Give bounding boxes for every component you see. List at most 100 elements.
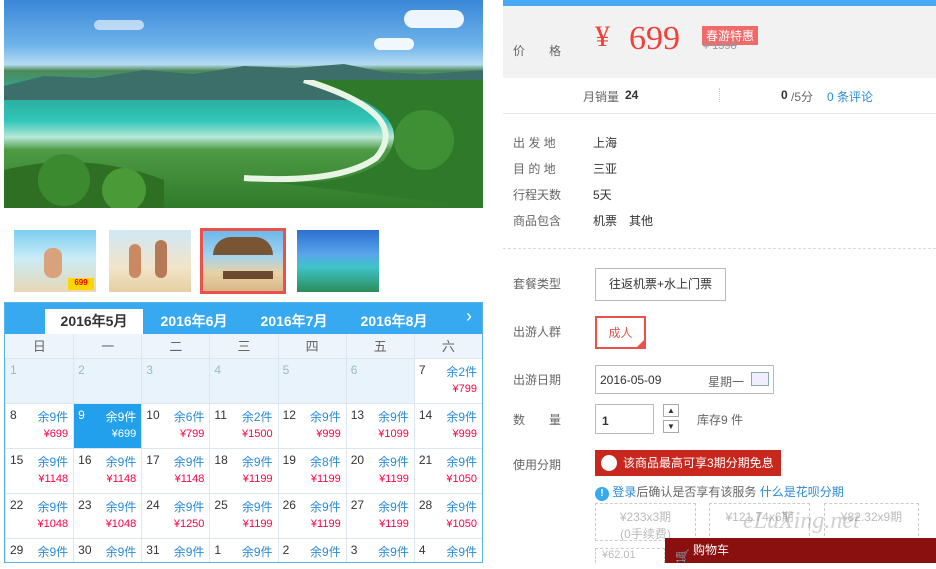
day-number: 8 bbox=[10, 407, 17, 422]
people-option-label: 成人 bbox=[608, 326, 633, 340]
weekday-cell: 六 bbox=[414, 334, 482, 358]
day-price: ¥1199 bbox=[379, 472, 409, 485]
calendar-day-cell: 5 bbox=[277, 357, 347, 404]
weekday-cell: 二 bbox=[141, 334, 211, 358]
info-row-destination: 目 的 地 三亚 bbox=[513, 160, 617, 177]
day-number: 7 bbox=[418, 362, 426, 377]
calendar-day-cell[interactable]: 22 余9件 ¥1048 bbox=[5, 492, 75, 539]
info-key: 出 发 地 bbox=[513, 136, 556, 150]
info-row-departure: 出 发 地 上海 bbox=[513, 134, 617, 151]
day-number: 3 bbox=[146, 362, 153, 377]
selected-corner-icon bbox=[636, 339, 645, 348]
huabei-logo-icon bbox=[601, 455, 617, 471]
calendar-day-cell[interactable]: 28 余9件 ¥1050 bbox=[413, 492, 482, 539]
calendar-day-cell[interactable]: 24 余9件 ¥1250 bbox=[141, 492, 211, 539]
calendar-day-cell[interactable]: 13 余9件 ¥1099 bbox=[345, 402, 415, 449]
calendar-day-cell[interactable]: 15 余9件 ¥1148 bbox=[5, 447, 75, 494]
price-value: 699 bbox=[629, 20, 680, 57]
date-picker[interactable]: 2016-05-09 星期一 bbox=[595, 365, 774, 394]
calendar-day-cell[interactable]: 23 余9件 ¥1048 bbox=[73, 492, 143, 539]
calendar-day-cell[interactable]: 17 余9件 ¥1148 bbox=[141, 447, 211, 494]
calendar-day-cell[interactable]: 11 余2件 ¥1500 bbox=[209, 402, 279, 449]
calendar-icon[interactable] bbox=[751, 372, 769, 386]
calendar-day-cell[interactable]: 21 余9件 ¥1050 bbox=[413, 447, 482, 494]
calendar-day-cell[interactable]: 29 余9件 bbox=[5, 537, 75, 562]
quantity-label: 数 量 bbox=[513, 413, 562, 427]
calendar-day-cell[interactable]: 3 余9件 bbox=[345, 537, 415, 562]
day-stock: 余9件 bbox=[446, 409, 477, 424]
quantity-down-icon[interactable]: ▼ bbox=[663, 420, 679, 433]
installment-plan-3[interactable]: ¥233x3期 (0手续费) bbox=[595, 503, 696, 541]
calendar-day-cell[interactable]: 16 余9件 ¥1148 bbox=[73, 447, 143, 494]
thumb-beach-promo[interactable]: 699 bbox=[14, 230, 96, 292]
tab-month-june[interactable]: 2016年6月 bbox=[145, 309, 243, 334]
login-note: 后确认是否享有该服务 bbox=[636, 485, 757, 499]
calendar-day-cell[interactable]: 31 余9件 bbox=[141, 537, 211, 562]
calendar-day-cell[interactable]: 1 余9件 bbox=[209, 537, 279, 562]
calendar-day-cell[interactable]: 27 余9件 ¥1199 bbox=[345, 492, 415, 539]
day-stock: 余9件 bbox=[241, 454, 273, 469]
calendar-day-cell[interactable]: 20 余9件 ¥1199 bbox=[345, 447, 415, 494]
umbrella-shape bbox=[213, 237, 273, 255]
calendar-day-cell[interactable]: 25 余9件 ¥1199 bbox=[209, 492, 279, 539]
people-option-button[interactable]: 成人 bbox=[595, 316, 646, 349]
day-number: 15 bbox=[10, 452, 24, 467]
sales-value: 24 bbox=[625, 88, 639, 102]
calendar-day-cell[interactable]: 8 余9件 ¥699 bbox=[5, 402, 75, 449]
huabei-help-link[interactable]: 什么是花呗分期 bbox=[760, 485, 844, 499]
info-key: 行程天数 bbox=[513, 188, 562, 202]
calendar-day-cell[interactable]: 4 余9件 bbox=[413, 537, 482, 562]
thumb-coast[interactable] bbox=[297, 230, 379, 292]
day-price: ¥1048 bbox=[37, 517, 69, 530]
day-number: 10 bbox=[146, 407, 160, 422]
sales-label: 月销量 bbox=[583, 90, 620, 104]
day-stock: 余9件 bbox=[37, 409, 69, 424]
original-price: ¥ 1398 bbox=[703, 40, 737, 52]
score-value: 0 bbox=[781, 88, 788, 102]
day-stock: 余9件 bbox=[446, 454, 477, 469]
tab-month-august[interactable]: 2016年8月 bbox=[345, 309, 443, 334]
cart-icon: 🛒 bbox=[675, 549, 690, 563]
calendar-day-cell: 2 bbox=[73, 357, 143, 404]
calendar-day-cell[interactable]: 18 余9件 ¥1199 bbox=[209, 447, 279, 494]
calendar-day-cell[interactable]: 26 余9件 ¥1199 bbox=[277, 492, 347, 539]
installment-plan-12[interactable]: ¥62.01 bbox=[595, 548, 665, 563]
calendar-day-cell[interactable]: 30 余9件 bbox=[73, 537, 143, 562]
installment-banner-text: 该商品最高可享3期分期免息 bbox=[623, 456, 774, 470]
package-option-button[interactable]: 往返机票+水上门票 bbox=[595, 268, 726, 301]
day-stock: 余9件 bbox=[105, 409, 137, 424]
login-link[interactable]: 登录 bbox=[612, 485, 636, 499]
cloud-shape bbox=[404, 10, 464, 28]
quantity-input[interactable]: 1 bbox=[595, 404, 654, 434]
day-price: ¥1099 bbox=[378, 427, 409, 440]
thumb-beach-umbrella[interactable] bbox=[200, 228, 286, 294]
reviews-link[interactable]: 0 条评论 bbox=[827, 88, 873, 105]
calendar-week-row: 15 余9件 ¥1148 16 余9件 ¥1148 17 余9件 ¥1148 18 余9件 ¥1199… bbox=[5, 447, 482, 494]
tab-month-may[interactable]: 2016年5月 bbox=[45, 309, 143, 334]
calendar-day-cell[interactable]: 2 余9件 bbox=[277, 537, 347, 562]
calendar-day-cell[interactable]: 7 余2件 ¥799 bbox=[413, 357, 482, 404]
lounger-shape bbox=[223, 271, 273, 279]
calendar-day-cell[interactable]: 19 余8件 ¥1199 bbox=[277, 447, 347, 494]
day-stock: 余9件 bbox=[378, 544, 409, 559]
left-column: 699 2016年5月 2016年6月 2016年7月 2016年8月 › 日一… bbox=[4, 0, 483, 563]
person-figure bbox=[155, 240, 167, 278]
day-stock: 余9件 bbox=[378, 409, 409, 424]
calendar-day-cell[interactable]: 14 余9件 ¥999 bbox=[413, 402, 482, 449]
date-value: 2016-05-09 bbox=[600, 373, 662, 387]
cart-button[interactable]: 🛒 购物车 bbox=[665, 538, 936, 563]
calendar-day-cell[interactable]: 9 余9件 ¥699 bbox=[73, 402, 143, 449]
calendar-day-cell[interactable]: 12 余9件 ¥999 bbox=[277, 402, 347, 449]
day-number: 22 bbox=[10, 497, 24, 512]
chevron-right-icon[interactable]: › bbox=[466, 306, 472, 327]
quantity-up-icon[interactable]: ▲ bbox=[663, 404, 679, 417]
cloud-shape bbox=[94, 20, 144, 30]
day-number: 25 bbox=[214, 497, 228, 512]
section-divider bbox=[503, 248, 936, 249]
calendar-day-cell[interactable]: 10 余6件 ¥799 bbox=[141, 402, 211, 449]
day-price: ¥699 bbox=[43, 427, 69, 440]
cart-label: 购物车 bbox=[693, 543, 730, 557]
thumb-volleyball[interactable] bbox=[109, 230, 191, 292]
tab-month-july[interactable]: 2016年7月 bbox=[245, 309, 343, 334]
day-number: 30 bbox=[78, 542, 92, 557]
